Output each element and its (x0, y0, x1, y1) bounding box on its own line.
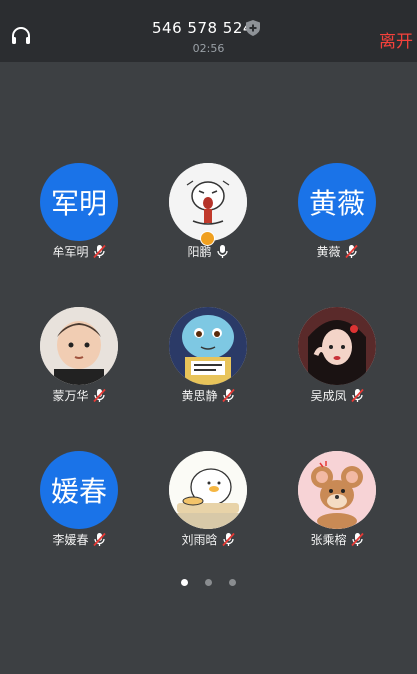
participant-name: 刘雨晗 (181, 533, 218, 547)
leave-button[interactable]: 离开 (379, 27, 413, 52)
jerry-mouse-image (298, 451, 376, 529)
mic-muted-icon (92, 244, 106, 259)
participant-name: 李媛春 (52, 533, 89, 547)
page-dot[interactable] (205, 579, 212, 586)
page-dot-active[interactable] (180, 579, 188, 586)
participant-name: 张乘榕 (310, 533, 347, 547)
participant-name: 黄思静 (181, 389, 218, 403)
cartoon-face-image (169, 163, 247, 241)
avatar (169, 307, 247, 385)
page-indicator[interactable] (0, 571, 417, 590)
mic-icon (216, 245, 228, 258)
baby-photo-image (40, 307, 118, 385)
mic-muted-icon (92, 388, 106, 403)
mic-muted-icon (221, 532, 235, 547)
avatar (169, 451, 247, 529)
meeting-id: 546 578 524 (152, 19, 253, 37)
duck-cartoon-image (169, 451, 247, 529)
avatar (298, 451, 376, 529)
avatar (169, 163, 247, 241)
top-bar: 546 578 524 02:56 离开 (0, 0, 417, 62)
mic-muted-icon (92, 532, 106, 547)
participant-name: 黄薇 (316, 245, 341, 259)
shield-plus-icon[interactable] (246, 20, 260, 36)
mic-muted-icon (344, 244, 358, 259)
mic-muted-icon (350, 388, 364, 403)
avatar (40, 307, 118, 385)
mic-muted-icon (221, 388, 235, 403)
girl-photo-image (298, 307, 376, 385)
squirtle-image (169, 307, 247, 385)
participant-name: 蒙万华 (52, 389, 89, 403)
avatar (298, 307, 376, 385)
participant-name: 吴成凤 (310, 389, 347, 403)
participant-name: 阳鹏 (187, 245, 212, 259)
avatar: 黄薇 (298, 163, 376, 241)
meeting-timer: 02:56 (192, 42, 225, 55)
avatar: 军明 (40, 163, 118, 241)
avatar: 媛春 (40, 451, 118, 529)
participant-name: 牟军明 (52, 245, 89, 259)
page-dot[interactable] (229, 579, 237, 586)
mic-muted-icon (350, 532, 364, 547)
